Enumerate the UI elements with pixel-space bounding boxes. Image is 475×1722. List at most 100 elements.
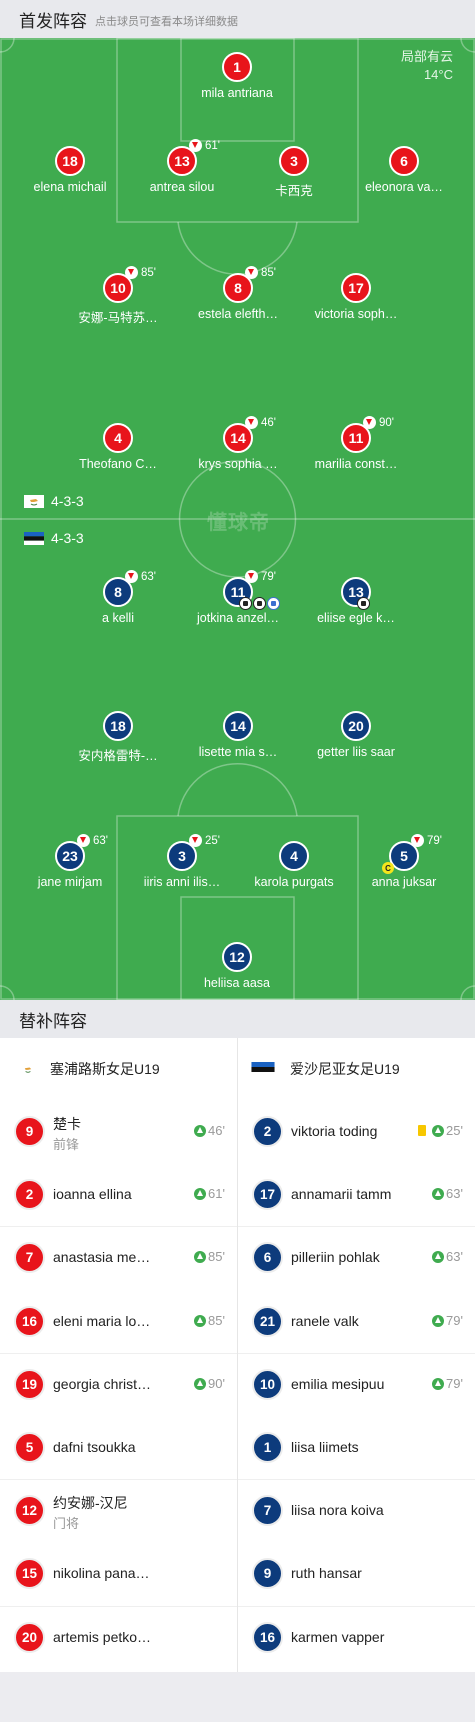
home-player[interactable]: 1 mila antriana [182, 52, 292, 104]
sub-off-minute: 85' [125, 266, 156, 279]
bench-player-row[interactable]: 12 约安娜-汉尼 门将 [0, 1479, 237, 1542]
bench-player-row[interactable]: 17 annamarii tamm 63' [238, 1163, 475, 1226]
bench-player-row[interactable]: 5 dafni tsoukka [0, 1416, 237, 1479]
away-player[interactable]: 3 iiris anni ilis… 25' [127, 834, 237, 893]
home-player[interactable]: 3 卡西克 [239, 146, 349, 198]
player-name: elena michail [33, 180, 107, 194]
jersey-number: 15 [14, 1558, 45, 1589]
weather-temperature: 14°C [423, 67, 453, 82]
away-player[interactable]: 13 eliise egle k… [301, 577, 411, 629]
sub-on-minute: 25' [418, 1123, 463, 1138]
substitution-on-icon [432, 1124, 445, 1137]
player-name: marilia const… [314, 457, 398, 471]
away-player[interactable]: 4 karola purgats [239, 841, 349, 893]
lineup-title: 首发阵容 [19, 11, 87, 31]
bench-player-row[interactable]: 1 liisa liimets [238, 1416, 475, 1479]
away-formation: 4-3-3 [24, 529, 84, 547]
home-player[interactable]: 14 krys sophia … 46' [183, 416, 293, 475]
sub-on-minute: 85' [194, 1313, 225, 1328]
jersey-number: 20 [14, 1622, 45, 1653]
home-player[interactable]: 17 victoria soph… [301, 273, 411, 325]
jersey-number: 20 [341, 711, 371, 741]
jersey-number: 12 [222, 942, 252, 972]
bench-player-row[interactable]: 15 nikolina pana… [0, 1542, 237, 1605]
home-player[interactable]: 4 Theofano C… [63, 423, 173, 475]
bench-player-row[interactable]: 21 ranele valk 79' [238, 1290, 475, 1353]
bench-player-row[interactable]: 16 karmen vapper [238, 1606, 475, 1669]
home-formation-label: 4-3-3 [51, 493, 84, 509]
sub-off-minute: 85' [245, 266, 276, 279]
sub-on-minute: 90' [194, 1376, 225, 1391]
goal-icon [253, 597, 266, 610]
player-position: 前锋 [53, 1137, 80, 1152]
jersey-number: 6 [252, 1242, 283, 1273]
away-player[interactable]: 5 anna juksar 79' C [349, 834, 459, 893]
row-divider [0, 1479, 237, 1480]
jersey-number: 17 [252, 1179, 283, 1210]
away-player[interactable]: 12 heliisa aasa [182, 942, 292, 994]
player-name: karmen vapper [291, 1629, 385, 1645]
jersey-number: 4 [279, 841, 309, 871]
player-name: georgia christ… [53, 1376, 152, 1392]
away-player[interactable]: 14 lisette mia s… [183, 711, 293, 763]
bench-team-away: 爱沙尼亚女足U19 [250, 1038, 400, 1100]
bench-player-row[interactable]: 9 楚卡 前锋 46' [0, 1100, 237, 1163]
substitution-off-icon [189, 139, 202, 152]
player-name: 安内格雷特-… [78, 749, 158, 763]
jersey-number: 2 [14, 1179, 45, 1210]
bench-player-row[interactable]: 16 eleni maria lo… 85' [0, 1290, 237, 1353]
player-name: pilleriin pohlak [291, 1249, 380, 1265]
lineup-screen: 首发阵容 点击球员可查看本场详细数据 局部有云 14°C 懂球帝 4-3-3 4… [0, 0, 475, 1722]
home-player[interactable]: 6 eleonora va… [349, 146, 459, 198]
bench-player-row[interactable]: 10 emilia mesipuu 79' [238, 1353, 475, 1416]
bench-player-row[interactable]: 2 viktoria toding 25' [238, 1100, 475, 1163]
bench-player-row[interactable]: 9 ruth hansar [238, 1542, 475, 1605]
home-player[interactable]: 10 安娜-马特苏… 85' [63, 266, 173, 325]
away-player[interactable]: 8a kelli 63' [63, 570, 173, 629]
away-player[interactable]: 18 安内格雷特-… [63, 711, 173, 763]
bench-team-home-name: 塞浦路斯女足U19 [50, 1061, 160, 1077]
sub-minute: 61' [208, 1186, 225, 1201]
jersey-number: 1 [252, 1432, 283, 1463]
sub-minute: 79' [446, 1313, 463, 1328]
captain-badge: C [382, 862, 394, 874]
away-player[interactable]: 23 jane mirjam 63' [15, 834, 125, 893]
home-player[interactable]: 18 elena michail [15, 146, 125, 198]
jersey-number: 5 [14, 1432, 45, 1463]
player-name: eleonora va… [365, 180, 443, 194]
bench-player-row[interactable]: 19 georgia christ… 90' [0, 1353, 237, 1416]
player-name: karola purgats [254, 875, 334, 889]
substitution-on-icon [194, 1314, 207, 1327]
substitution-on-icon [432, 1250, 445, 1263]
lineup-hint: 点击球员可查看本场详细数据 [95, 15, 238, 28]
player-name: lisette mia s… [198, 745, 278, 759]
home-player[interactable]: 11 marilia const… 90' [301, 416, 411, 475]
player-name: eleni maria lo… [53, 1313, 151, 1329]
bench-player-row[interactable]: 7 anastasia me… 85' [0, 1226, 237, 1289]
jersey-number: 7 [14, 1242, 45, 1273]
player-name: jane mirjam [37, 875, 103, 889]
home-player[interactable]: 8 estela elefth… 85' [183, 266, 293, 325]
home-player[interactable]: 13 antrea silou 61' [127, 139, 237, 198]
bench-player-row[interactable]: 2 ioanna ellina 61' [0, 1163, 237, 1226]
lineup-header: 首发阵容 点击球员可查看本场详细数据 [0, 0, 475, 38]
player-name: emilia mesipuu [291, 1376, 385, 1392]
bench-player-row[interactable]: 20 artemis petko… [0, 1606, 237, 1669]
bench-player-row[interactable]: 7 liisa nora koiva [238, 1479, 475, 1542]
jersey-number: 14 [223, 711, 253, 741]
sub-off-minute: 46' [245, 416, 276, 429]
home-formation: 4-3-3 [24, 492, 84, 510]
player-position: 门将 [53, 1516, 80, 1531]
sub-minute: 63' [141, 570, 156, 583]
row-divider [0, 1353, 237, 1354]
watermark-logo: 懂球帝 [207, 512, 270, 534]
bench-player-row[interactable]: 6 pilleriin pohlak 63' [238, 1226, 475, 1289]
player-name: krys sophia … [198, 457, 278, 471]
away-player[interactable]: 20 getter liis saar [301, 711, 411, 763]
player-name: estela elefth… [198, 307, 278, 321]
away-player[interactable]: 11 jotkina anzel… 79' [183, 570, 293, 629]
substitution-on-icon [194, 1187, 207, 1200]
substitution-on-icon [432, 1377, 445, 1390]
row-divider [238, 1479, 475, 1480]
player-name: victoria soph… [314, 307, 398, 321]
